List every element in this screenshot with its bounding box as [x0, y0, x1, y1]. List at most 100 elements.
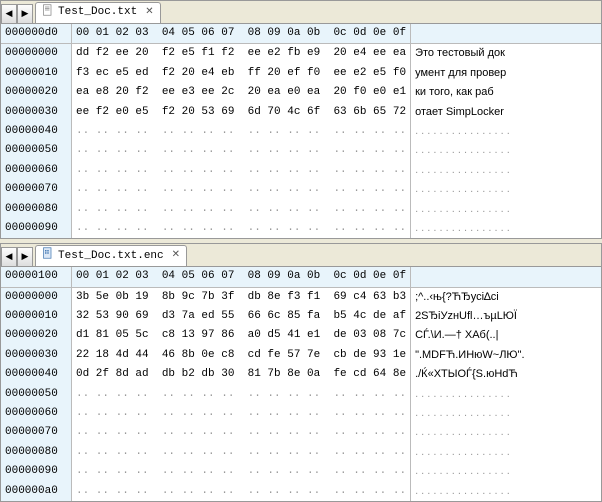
hex-row[interactable]: 00000080.. .. .. .. .. .. .. .. .. .. ..…: [1, 443, 601, 462]
hex-editor-pane: ◀▶ Test_Doc.txt.enc ✕ 0000010000 01 02 03 0…: [0, 243, 602, 502]
hex-row[interactable]: 00000090.. .. .. .. .. .. .. .. .. .. ..…: [1, 219, 601, 238]
address-cell: 00000080: [1, 200, 72, 219]
file-tab[interactable]: Test_Doc.txt.enc ✕: [35, 245, 187, 266]
ascii-cell: . . . . . . . . . . . . . . . .: [411, 141, 553, 160]
hex-bytes[interactable]: ee f2 e0 e5 f2 20 53 69 6d 70 4c 6f 63 6…: [72, 103, 411, 122]
address-cell: 00000010: [1, 64, 72, 83]
nav-left-button[interactable]: ◀: [1, 4, 17, 23]
address-cell: 00000090: [1, 219, 72, 238]
hex-view[interactable]: 000000d000 01 02 03 04 05 06 07 08 09 0a…: [1, 24, 601, 238]
hex-row[interactable]: 0000003022 18 4d 44 46 8b 0e c8 cd fe 57…: [1, 346, 601, 365]
header-offset: 00000100: [1, 267, 72, 286]
hex-bytes[interactable]: .. .. .. .. .. .. .. .. .. .. .. .. .. .…: [72, 462, 411, 481]
nav-left-button[interactable]: ◀: [1, 247, 17, 266]
nav-right-button[interactable]: ▶: [17, 4, 33, 23]
address-cell: 00000060: [1, 161, 72, 180]
hex-row[interactable]: 00000000dd f2 ee 20 f2 e5 f1 f2 ee e2 fb…: [1, 44, 601, 63]
hex-view[interactable]: 0000010000 01 02 03 04 05 06 07 08 09 0a…: [1, 267, 601, 501]
hex-bytes[interactable]: 32 53 90 69 d3 7a ed 55 66 6c 85 fa b5 4…: [72, 307, 411, 326]
address-cell: 00000040: [1, 365, 72, 384]
hex-editor-pane: ◀▶ Test_Doc.txt ✕ 000000d000 01 02 03 04 05…: [0, 0, 602, 239]
hex-bytes[interactable]: f3 ec e5 ed f2 20 e4 eb ff 20 ef f0 ee e…: [72, 64, 411, 83]
ascii-header: [411, 24, 553, 43]
address-cell: 00000000: [1, 44, 72, 63]
address-cell: 00000070: [1, 423, 72, 442]
address-cell: 00000020: [1, 326, 72, 345]
address-cell: 00000020: [1, 83, 72, 102]
column-headers: 00 01 02 03 04 05 06 07 08 09 0a 0b 0c 0…: [72, 24, 411, 43]
tab-label: Test_Doc.txt: [58, 5, 137, 20]
ascii-cell: . . . . . . . . . . . . . . . .: [411, 122, 553, 141]
hex-bytes[interactable]: 3b 5e 0b 19 8b 9c 7b 3f db 8e f3 f1 69 c…: [72, 288, 411, 307]
hex-row[interactable]: 000000a0.. .. .. .. .. .. .. .. .. .. ..…: [1, 482, 601, 501]
hex-row[interactable]: 00000020d1 81 05 5c c8 13 97 86 a0 d5 41…: [1, 326, 601, 345]
hex-bytes[interactable]: .. .. .. .. .. .. .. .. .. .. .. .. .. .…: [72, 141, 411, 160]
hex-bytes[interactable]: 0d 2f 8d ad db b2 db 30 81 7b 8e 0a fe c…: [72, 365, 411, 384]
hex-row[interactable]: 0000001032 53 90 69 d3 7a ed 55 66 6c 85…: [1, 307, 601, 326]
ascii-cell: . . . . . . . . . . . . . . . .: [411, 385, 553, 404]
hex-row[interactable]: 00000070.. .. .. .. .. .. .. .. .. .. ..…: [1, 180, 601, 199]
ascii-cell: отает SimpLocker: [411, 103, 553, 122]
hex-bytes[interactable]: .. .. .. .. .. .. .. .. .. .. .. .. .. .…: [72, 200, 411, 219]
nav-right-button[interactable]: ▶: [17, 247, 33, 266]
column-header-row: 000000d000 01 02 03 04 05 06 07 08 09 0a…: [1, 24, 601, 44]
hex-row[interactable]: 00000050.. .. .. .. .. .. .. .. .. .. ..…: [1, 385, 601, 404]
hex-bytes[interactable]: .. .. .. .. .. .. .. .. .. .. .. .. .. .…: [72, 161, 411, 180]
ascii-cell: умент для провер: [411, 64, 553, 83]
address-cell: 00000030: [1, 346, 72, 365]
hex-bytes[interactable]: .. .. .. .. .. .. .. .. .. .. .. .. .. .…: [72, 122, 411, 141]
address-cell: 00000010: [1, 307, 72, 326]
ascii-cell: . . . . . . . . . . . . . . . .: [411, 161, 553, 180]
hex-row[interactable]: 00000040.. .. .. .. .. .. .. .. .. .. ..…: [1, 122, 601, 141]
hex-row[interactable]: 00000060.. .. .. .. .. .. .. .. .. .. ..…: [1, 404, 601, 423]
close-icon[interactable]: ✕: [145, 6, 153, 20]
hex-row[interactable]: 00000070.. .. .. .. .. .. .. .. .. .. ..…: [1, 423, 601, 442]
file-tab[interactable]: Test_Doc.txt ✕: [35, 2, 161, 23]
hex-row[interactable]: 00000090.. .. .. .. .. .. .. .. .. .. ..…: [1, 462, 601, 481]
ascii-header: [411, 267, 553, 286]
text-file-icon: [42, 4, 58, 22]
ascii-cell: . . . . . . . . . . . . . . . .: [411, 462, 553, 481]
column-headers: 00 01 02 03 04 05 06 07 08 09 0a 0b 0c 0…: [72, 267, 411, 286]
ascii-cell: CЃ.\И.—† ХАб(..|: [411, 326, 553, 345]
address-cell: 00000000: [1, 288, 72, 307]
hex-bytes[interactable]: .. .. .. .. .. .. .. .. .. .. .. .. .. .…: [72, 443, 411, 462]
hex-bytes[interactable]: ea e8 20 f2 ee e3 ee 2c 20 ea e0 ea 20 f…: [72, 83, 411, 102]
hex-row[interactable]: 00000030ee f2 e0 e5 f2 20 53 69 6d 70 4c…: [1, 103, 601, 122]
hex-bytes[interactable]: .. .. .. .. .. .. .. .. .. .. .. .. .. .…: [72, 482, 411, 501]
hex-row[interactable]: 000000400d 2f 8d ad db b2 db 30 81 7b 8e…: [1, 365, 601, 384]
hex-bytes[interactable]: .. .. .. .. .. .. .. .. .. .. .. .. .. .…: [72, 219, 411, 238]
column-header-row: 0000010000 01 02 03 04 05 06 07 08 09 0a…: [1, 267, 601, 287]
ascii-cell: . . . . . . . . . . . . . . . .: [411, 219, 553, 238]
ascii-cell: . . . . . . . . . . . . . . . .: [411, 482, 553, 501]
hex-row[interactable]: 00000080.. .. .. .. .. .. .. .. .. .. ..…: [1, 200, 601, 219]
address-cell: 00000030: [1, 103, 72, 122]
hex-bytes[interactable]: dd f2 ee 20 f2 e5 f1 f2 ee e2 fb e9 20 e…: [72, 44, 411, 63]
address-cell: 00000080: [1, 443, 72, 462]
hex-bytes[interactable]: d1 81 05 5c c8 13 97 86 a0 d5 41 e1 de 0…: [72, 326, 411, 345]
tab-label: Test_Doc.txt.enc: [58, 249, 164, 264]
hex-row[interactable]: 00000010f3 ec e5 ed f2 20 e4 eb ff 20 ef…: [1, 64, 601, 83]
ascii-cell: ./Ќ«XTЫОЃ{Ѕ.юНdЋ: [411, 365, 553, 384]
ascii-cell: ки того, как раб: [411, 83, 553, 102]
hex-bytes[interactable]: .. .. .. .. .. .. .. .. .. .. .. .. .. .…: [72, 385, 411, 404]
ascii-cell: . . . . . . . . . . . . . . . .: [411, 404, 553, 423]
hex-bytes[interactable]: .. .. .. .. .. .. .. .. .. .. .. .. .. .…: [72, 423, 411, 442]
hex-bytes[interactable]: .. .. .. .. .. .. .. .. .. .. .. .. .. .…: [72, 404, 411, 423]
address-cell: 00000060: [1, 404, 72, 423]
address-cell: 00000050: [1, 141, 72, 160]
hex-row[interactable]: 00000050.. .. .. .. .. .. .. .. .. .. ..…: [1, 141, 601, 160]
close-icon[interactable]: ✕: [172, 249, 180, 263]
hex-row[interactable]: 00000060.. .. .. .. .. .. .. .. .. .. ..…: [1, 161, 601, 180]
hex-bytes[interactable]: 22 18 4d 44 46 8b 0e c8 cd fe 57 7e cb d…: [72, 346, 411, 365]
hex-row[interactable]: 000000003b 5e 0b 19 8b 9c 7b 3f db 8e f3…: [1, 288, 601, 307]
hex-bytes[interactable]: .. .. .. .. .. .. .. .. .. .. .. .. .. .…: [72, 180, 411, 199]
hex-row[interactable]: 00000020ea e8 20 f2 ee e3 ee 2c 20 ea e0…: [1, 83, 601, 102]
tab-bar: ◀▶ Test_Doc.txt ✕: [1, 1, 601, 24]
address-cell: 000000a0: [1, 482, 72, 501]
header-offset: 000000d0: [1, 24, 72, 43]
binary-file-icon: [42, 247, 58, 265]
ascii-cell: . . . . . . . . . . . . . . . .: [411, 180, 553, 199]
address-cell: 00000090: [1, 462, 72, 481]
ascii-cell: ;^..‹њ{?ЋЂусi∆ci: [411, 288, 553, 307]
